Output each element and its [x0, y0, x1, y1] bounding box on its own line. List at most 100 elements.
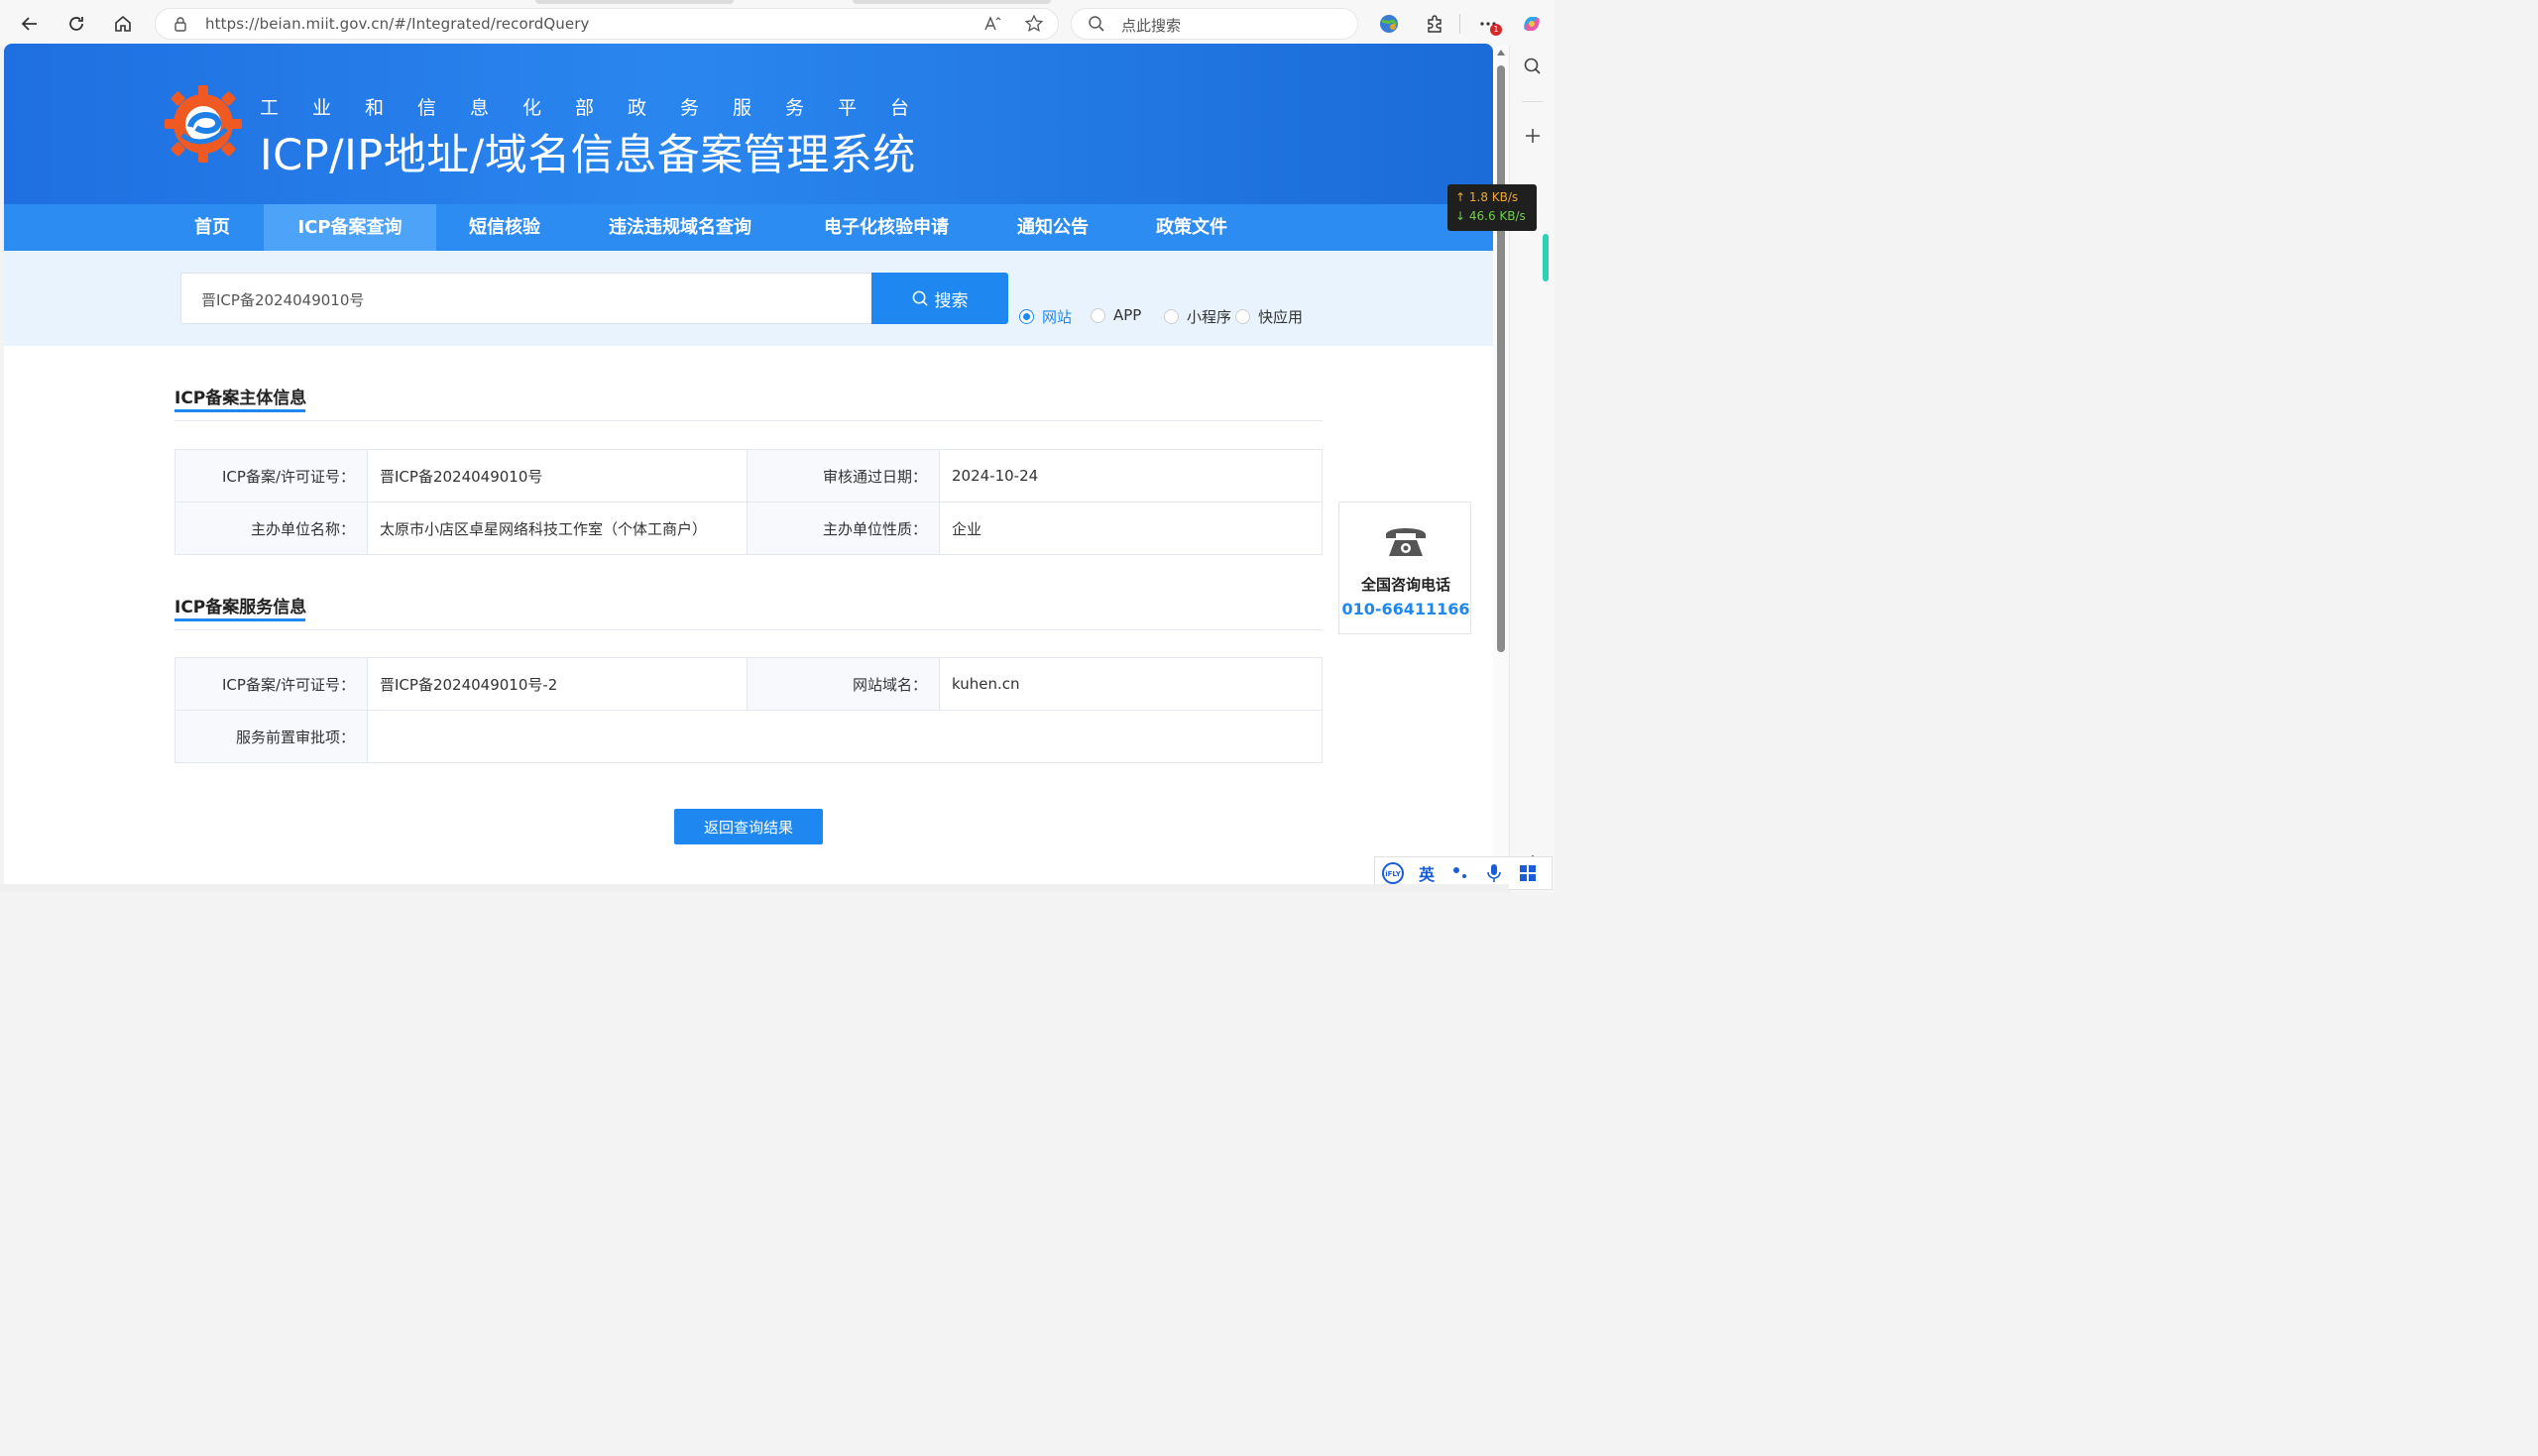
- radio-website[interactable]: 网站: [1019, 306, 1072, 327]
- nav-item-illegal-domain-query[interactable]: 违法违规域名查询: [591, 204, 769, 251]
- back-icon[interactable]: [16, 10, 44, 38]
- radio-mini-program[interactable]: 小程序: [1164, 306, 1231, 327]
- section-rule: [174, 420, 1323, 421]
- search-band: 晋ICP备2024049010号 搜索 网站 APP 小程序 快应用: [4, 251, 1493, 346]
- lock-icon[interactable]: [172, 15, 189, 37]
- radio-app[interactable]: APP: [1091, 306, 1141, 324]
- site-subtitle: 工业和信息化部政务服务平台: [260, 97, 944, 119]
- nav-item-icp-query[interactable]: ICP备案查询: [264, 204, 436, 251]
- page-scrollbar[interactable]: [1493, 46, 1509, 884]
- toolbox-grid-icon[interactable]: [1516, 861, 1540, 885]
- punctuation-icon[interactable]: [1448, 861, 1472, 885]
- search-button[interactable]: 搜索: [871, 273, 1008, 324]
- network-speed-widget: ↑ 1.8 KB/s ↓ 46.6 KB/s: [1447, 184, 1537, 231]
- browser-sidebar: [1509, 46, 1555, 892]
- nav-item-home[interactable]: 首页: [174, 204, 250, 251]
- radio-dot[interactable]: [1091, 307, 1105, 323]
- browser-toolbar: https://beian.miit.gov.cn/#/Integrated/r…: [0, 0, 1555, 46]
- sidebar-divider: [1522, 101, 1544, 102]
- toolbar-divider: [1459, 14, 1460, 34]
- service-license-value: 晋ICP备2024049010号-2: [367, 657, 748, 711]
- organizer-name-label: 主办单位名称：: [174, 502, 368, 555]
- service-info-table: ICP备案/许可证号： 晋ICP备2024049010号-2 网站域名： kuh…: [174, 657, 1323, 763]
- language-toggle[interactable]: 英: [1415, 861, 1439, 885]
- svg-text:iFLY: iFLY: [1385, 870, 1402, 878]
- telephone-icon: [1386, 528, 1426, 556]
- main-nav: 首页 ICP备案查询 短信核验 违法违规域名查询 电子化核验申请 通知公告 政策…: [4, 204, 1493, 251]
- pre-approval-value: [367, 710, 1323, 763]
- domain-value: kuhen.cn: [939, 657, 1323, 711]
- radio-dot[interactable]: [1019, 309, 1034, 324]
- organizer-type-value: 企业: [939, 502, 1323, 555]
- sidebar-indicator: [1543, 234, 1549, 281]
- read-aloud-icon[interactable]: [982, 14, 1002, 38]
- search-icon: [1088, 15, 1105, 37]
- radio-label: 快应用: [1258, 308, 1304, 326]
- license-value: 晋ICP备2024049010号: [367, 449, 748, 503]
- window-bottom-edge: [0, 884, 1509, 892]
- table-row: ICP备案/许可证号： 晋ICP备2024049010号 审核通过日期： 202…: [174, 449, 1323, 503]
- sidebar-search-icon[interactable]: [1520, 54, 1546, 79]
- extensions-puzzle-icon[interactable]: [1422, 11, 1447, 37]
- hotline-label: 全国咨询电话: [1360, 576, 1450, 594]
- address-bar[interactable]: https://beian.miit.gov.cn/#/Integrated/r…: [155, 8, 1059, 40]
- approval-date-value: 2024-10-24: [939, 449, 1323, 503]
- download-speed: ↓ 46.6 KB/s: [1455, 209, 1526, 223]
- back-to-results-button[interactable]: 返回查询结果: [674, 809, 823, 844]
- home-icon[interactable]: [109, 10, 137, 38]
- favorite-star-icon[interactable]: [1024, 14, 1044, 38]
- microphone-icon[interactable]: [1482, 861, 1506, 885]
- domain-label: 网站域名：: [747, 657, 940, 711]
- radio-label: APP: [1113, 306, 1142, 324]
- extension-globe-icon[interactable]: [1376, 11, 1402, 37]
- section-underline: [174, 409, 305, 412]
- radio-quick-app[interactable]: 快应用: [1235, 306, 1303, 327]
- radio-label: 小程序: [1187, 308, 1232, 326]
- hotline-card: 全国咨询电话 010-66411166: [1338, 502, 1471, 634]
- radio-dot[interactable]: [1235, 309, 1250, 324]
- browser-search-box[interactable]: 点此搜索: [1071, 8, 1358, 40]
- sidebar-add-icon[interactable]: [1520, 123, 1546, 149]
- pre-approval-label: 服务前置审批项：: [174, 710, 368, 763]
- service-section-title: ICP备案服务信息: [174, 598, 307, 617]
- section-rule: [174, 629, 1323, 630]
- nav-item-sms-verify[interactable]: 短信核验: [450, 204, 559, 251]
- tab-indicator[interactable]: [535, 0, 734, 4]
- license-label: ICP备案/许可证号：: [174, 449, 368, 503]
- miit-logo-icon: [165, 85, 242, 163]
- subject-section-title: ICP备案主体信息: [174, 389, 307, 408]
- record-search-value: 晋ICP备2024049010号: [201, 291, 365, 309]
- table-row: ICP备案/许可证号： 晋ICP备2024049010号-2 网站域名： kuh…: [174, 657, 1323, 711]
- subject-info-table: ICP备案/许可证号： 晋ICP备2024049010号 审核通过日期： 202…: [174, 449, 1323, 555]
- organizer-name-value: 太原市小店区卓星网络科技工作室（个体工商户）: [367, 502, 748, 555]
- notification-badge: 1: [1490, 24, 1502, 36]
- scrollbar-thumb[interactable]: [1497, 65, 1505, 652]
- radio-dot[interactable]: [1164, 309, 1179, 324]
- ifly-logo-icon[interactable]: iFLY: [1381, 861, 1405, 885]
- record-search-input[interactable]: 晋ICP备2024049010号: [180, 273, 872, 324]
- table-row: 主办单位名称： 太原市小店区卓星网络科技工作室（个体工商户） 主办单位性质： 企…: [174, 502, 1323, 555]
- tab-indicator[interactable]: [853, 0, 1051, 4]
- nav-item-notices[interactable]: 通知公告: [1001, 204, 1104, 251]
- nav-item-electronic-verify[interactable]: 电子化核验申请: [805, 204, 968, 251]
- table-row: 服务前置审批项：: [174, 710, 1323, 763]
- copilot-icon[interactable]: [1519, 11, 1545, 37]
- more-menu-icon[interactable]: 1: [1475, 11, 1502, 37]
- search-button-label: 搜索: [934, 290, 969, 311]
- search-placeholder: 点此搜索: [1121, 17, 1182, 35]
- service-license-label: ICP备案/许可证号：: [174, 657, 368, 711]
- url-text[interactable]: https://beian.miit.gov.cn/#/Integrated/r…: [205, 15, 589, 33]
- scroll-up-arrow-icon[interactable]: [1497, 50, 1505, 56]
- nav-item-policy-docs[interactable]: 政策文件: [1140, 204, 1243, 251]
- site-header: 工业和信息化部政务服务平台 ICP/IP地址/域名信息备案管理系统: [4, 44, 1493, 204]
- site-title: ICP/IP地址/域名信息备案管理系统: [260, 131, 916, 180]
- section-underline: [174, 618, 305, 621]
- organizer-type-label: 主办单位性质：: [747, 502, 940, 555]
- refresh-icon[interactable]: [62, 10, 90, 38]
- search-icon: [912, 290, 928, 306]
- upload-speed: ↑ 1.8 KB/s: [1455, 190, 1519, 204]
- approval-date-label: 审核通过日期：: [747, 449, 940, 503]
- hotline-number[interactable]: 010-66411166: [1339, 600, 1472, 618]
- web-page: 工业和信息化部政务服务平台 ICP/IP地址/域名信息备案管理系统 首页 ICP…: [4, 44, 1493, 884]
- radio-label: 网站: [1042, 308, 1073, 326]
